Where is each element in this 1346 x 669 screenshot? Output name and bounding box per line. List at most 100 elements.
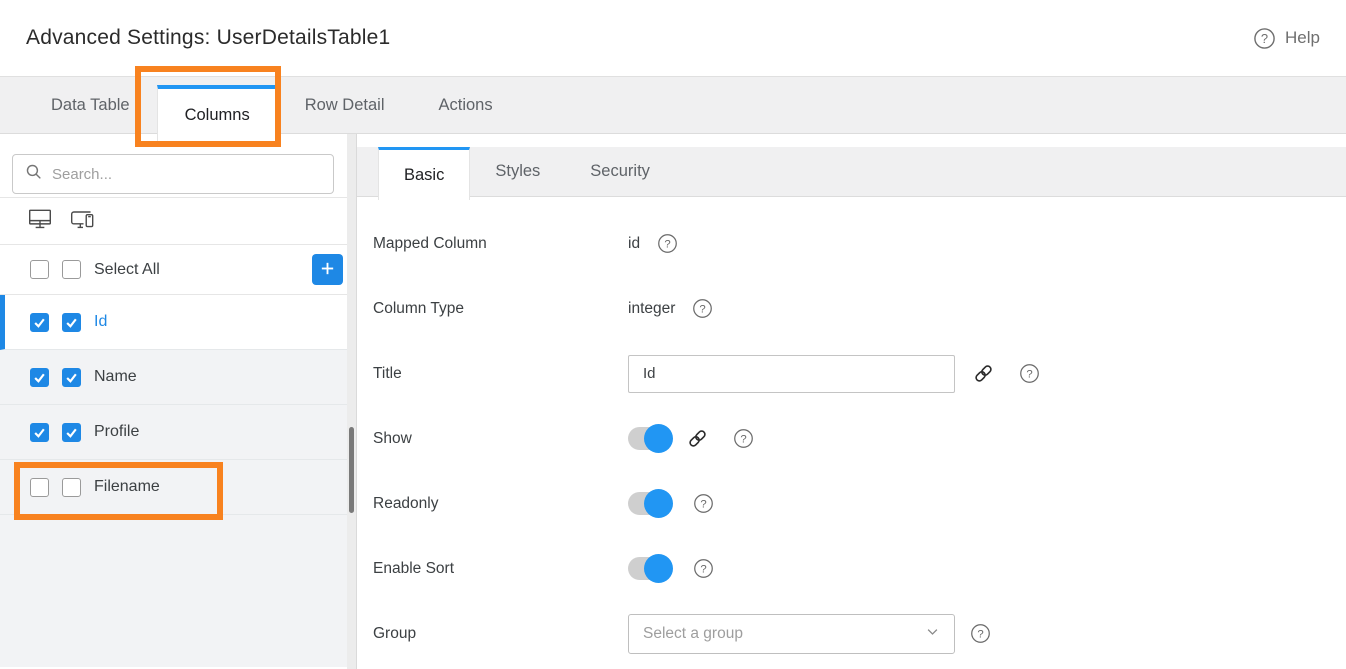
help-label: Help: [1285, 28, 1320, 48]
toggle-knob: [644, 424, 673, 453]
toggle-knob: [644, 489, 673, 518]
svg-text:?: ?: [700, 303, 706, 315]
svg-text:?: ?: [1261, 30, 1268, 45]
help-icon[interactable]: ?: [970, 623, 991, 644]
name-mobile-checkbox[interactable]: [62, 368, 81, 387]
select-all-web-checkbox[interactable]: [30, 260, 49, 279]
field-label: Column Type: [373, 300, 628, 318]
svg-text:?: ?: [740, 433, 746, 445]
sidebar-scrollbar-thumb[interactable]: [349, 427, 354, 513]
column-row-name[interactable]: Name: [0, 350, 356, 405]
help-icon[interactable]: ?: [692, 298, 713, 319]
search-box[interactable]: [12, 154, 334, 194]
chevron-down-icon: [925, 624, 940, 644]
field-group: Group Select a group ?: [373, 601, 1330, 666]
help-icon[interactable]: ?: [1019, 363, 1040, 384]
basic-fields: Mapped Column id ? Column Type integer ?…: [357, 197, 1346, 666]
tab-label: Actions: [438, 96, 492, 115]
plus-icon: [319, 260, 336, 280]
field-label: Mapped Column: [373, 235, 628, 253]
tab-label: Data Table: [51, 96, 130, 115]
tab-data-table[interactable]: Data Table: [24, 77, 157, 133]
column-label: Id: [94, 313, 107, 331]
column-row-id[interactable]: Id: [0, 295, 356, 350]
page-title: Advanced Settings: UserDetailsTable1: [26, 26, 390, 50]
bind-data-icon[interactable]: [686, 427, 709, 450]
tab-basic[interactable]: Basic: [378, 147, 470, 200]
detail-tab-bar: Basic Styles Security: [357, 147, 1346, 197]
tab-columns[interactable]: Columns: [157, 85, 278, 142]
column-detail-panel: Basic Styles Security Mapped Column id ?…: [357, 134, 1346, 669]
field-title: Title ?: [373, 341, 1330, 406]
tab-styles[interactable]: Styles: [470, 147, 565, 196]
mapped-column-value: id: [628, 235, 640, 253]
search-area: [0, 134, 356, 198]
filename-web-checkbox[interactable]: [30, 478, 49, 497]
help-icon[interactable]: ?: [657, 233, 678, 254]
add-column-button[interactable]: [312, 254, 343, 285]
tab-label: Basic: [404, 166, 444, 185]
field-label: Enable Sort: [373, 560, 628, 578]
field-label: Readonly: [373, 495, 628, 513]
help-icon: ?: [1253, 27, 1276, 50]
field-show: Show ?: [373, 406, 1330, 471]
column-row-filename[interactable]: Filename: [0, 460, 356, 515]
desktop-icon[interactable]: [27, 206, 53, 237]
sidebar-scrollbar-track[interactable]: [347, 134, 356, 669]
id-mobile-checkbox[interactable]: [62, 313, 81, 332]
panel-gap: [357, 134, 1346, 147]
field-label: Show: [373, 430, 628, 448]
filename-mobile-checkbox[interactable]: [62, 478, 81, 497]
search-icon: [25, 163, 42, 185]
search-input[interactable]: [52, 166, 321, 183]
column-label: Filename: [94, 478, 160, 496]
tab-label: Styles: [495, 162, 540, 181]
help-icon[interactable]: ?: [733, 428, 754, 449]
title-input[interactable]: [628, 355, 955, 393]
devices-icon[interactable]: [69, 206, 97, 237]
column-list: Id Name Profile Filename: [0, 295, 356, 667]
help-button[interactable]: ? Help: [1253, 27, 1320, 50]
svg-text:?: ?: [977, 628, 983, 640]
select-all-row: Select All: [0, 245, 356, 295]
tab-label: Row Detail: [305, 96, 385, 115]
field-readonly: Readonly ?: [373, 471, 1330, 536]
tab-actions[interactable]: Actions: [411, 77, 519, 133]
show-toggle[interactable]: [628, 427, 671, 450]
svg-text:?: ?: [664, 238, 670, 250]
window-header: Advanced Settings: UserDetailsTable1 ? H…: [0, 0, 1346, 77]
id-web-checkbox[interactable]: [30, 313, 49, 332]
tab-row-detail[interactable]: Row Detail: [278, 77, 412, 133]
bind-data-icon[interactable]: [972, 362, 995, 385]
profile-mobile-checkbox[interactable]: [62, 423, 81, 442]
toggle-knob: [644, 554, 673, 583]
platform-icons-row: [0, 198, 356, 245]
tab-label: Columns: [185, 106, 250, 125]
sidebar-empty-area: [0, 515, 356, 667]
readonly-toggle[interactable]: [628, 492, 671, 515]
tab-security[interactable]: Security: [565, 147, 675, 196]
field-mapped-column: Mapped Column id ?: [373, 211, 1330, 276]
name-web-checkbox[interactable]: [30, 368, 49, 387]
profile-web-checkbox[interactable]: [30, 423, 49, 442]
column-type-value: integer: [628, 300, 675, 318]
group-select-placeholder: Select a group: [643, 625, 743, 643]
help-icon[interactable]: ?: [693, 493, 714, 514]
enable-sort-toggle[interactable]: [628, 557, 671, 580]
svg-text:?: ?: [700, 563, 706, 575]
svg-text:?: ?: [700, 498, 706, 510]
main-tab-bar: Data Table Columns Row Detail Actions: [0, 77, 1346, 134]
column-row-profile[interactable]: Profile: [0, 405, 356, 460]
field-enable-sort: Enable Sort ?: [373, 536, 1330, 601]
select-all-label: Select All: [94, 261, 160, 279]
select-all-mobile-checkbox[interactable]: [62, 260, 81, 279]
column-label: Name: [94, 368, 137, 386]
field-label: Title: [373, 365, 628, 383]
field-label: Group: [373, 625, 628, 643]
advanced-settings-window: Advanced Settings: UserDetailsTable1 ? H…: [0, 0, 1346, 669]
tab-label: Security: [590, 162, 650, 181]
help-icon[interactable]: ?: [693, 558, 714, 579]
group-select[interactable]: Select a group: [628, 614, 955, 654]
columns-sidebar: Select All Id Name: [0, 134, 357, 669]
column-label: Profile: [94, 423, 139, 441]
